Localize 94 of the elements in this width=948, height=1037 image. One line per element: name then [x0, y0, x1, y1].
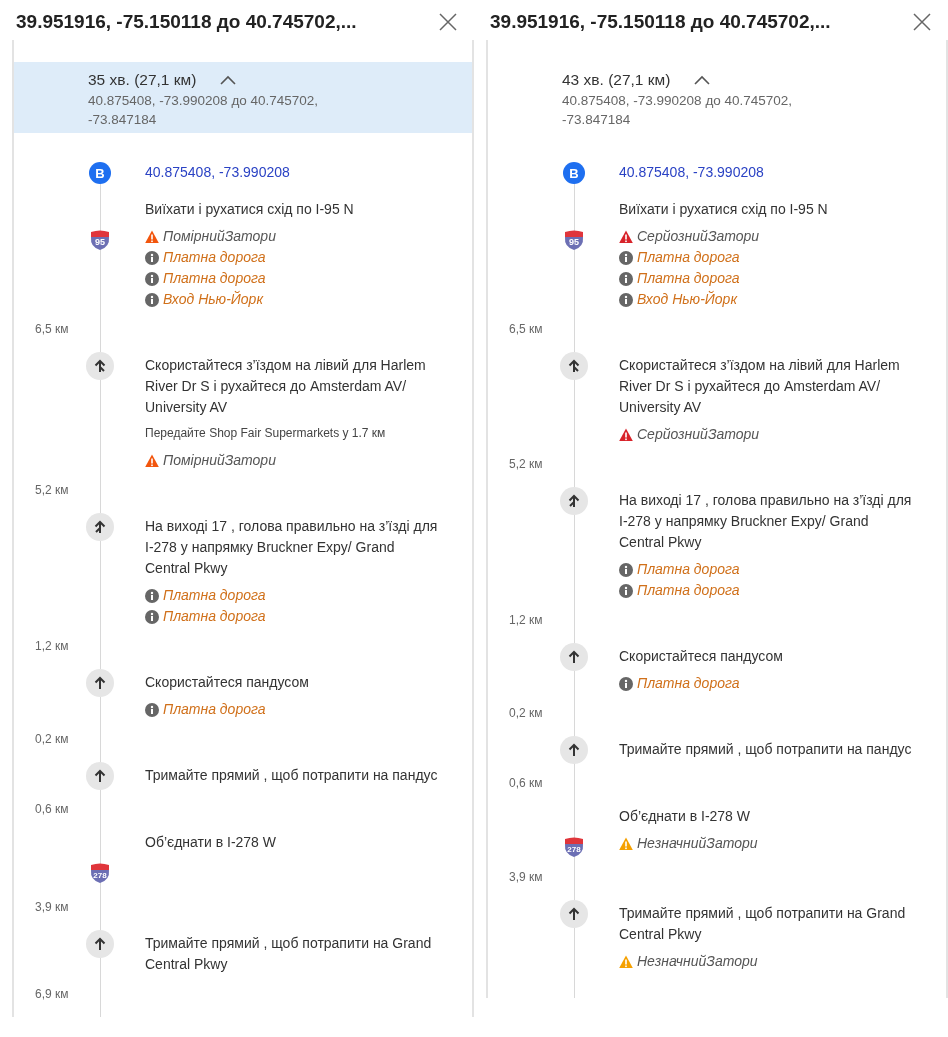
- step-distance: 3,9 км: [35, 899, 70, 917]
- traffic-label: НезначнийЗатори: [637, 834, 758, 854]
- info-icon: [145, 609, 159, 624]
- route-summary[interactable]: 35 хв. (27,1 км) 40.875408, -73.990208 до 40.745702, -73.847184: [14, 62, 472, 134]
- step-distance: 0,6 км: [509, 775, 544, 793]
- step-distance: 5,2 км: [509, 456, 544, 474]
- route-shield: 278: [563, 836, 585, 859]
- start-marker: B: [563, 162, 585, 185]
- warning-icon: [619, 229, 633, 244]
- step-instruction: Об’єднати в I-278 W: [619, 807, 751, 827]
- traffic-label: СерйознийЗатори: [637, 227, 760, 247]
- close-icon[interactable]: [438, 12, 458, 32]
- waypoint-link[interactable]: 40.875408, -73.990208: [619, 164, 764, 181]
- landmark-note: Передайте Shop Fair Supermarkets у 1.7 км: [145, 425, 387, 443]
- traffic-label: НезначнийЗатори: [637, 952, 758, 972]
- step-distance: 1,2 км: [35, 638, 70, 656]
- info-icon: [619, 583, 633, 598]
- step-instruction: Тримайте прямий , щоб потрапити на Grand Central Pkwy: [145, 934, 433, 975]
- warning-icon: [619, 427, 633, 442]
- step-distance: 6,9 км: [35, 986, 70, 1004]
- route-info: Платна дорога: [637, 674, 740, 694]
- panel-title: 39.951916, -75.150118 до 40.745702,...: [490, 9, 831, 34]
- route-info: Платна дорога: [637, 269, 740, 289]
- arrow-up-icon: [566, 906, 582, 923]
- route-endpoints: 40.875408, -73.990208 до 40.745702, -73.847184: [562, 92, 794, 130]
- info-icon: [145, 271, 159, 286]
- route-info: Вход Нью-Йорк: [637, 290, 737, 310]
- info-icon: [619, 562, 633, 577]
- info-icon: [619, 250, 633, 265]
- step-instruction: На виході 17 , голова правильно на з’їзді для I-278 у напрямку Bruckner Expy/ Grand Central Pkwy: [619, 491, 913, 553]
- fork-arrow-icon: [92, 519, 108, 536]
- route-shield: 95: [89, 229, 111, 252]
- fork-arrow-icon: [566, 358, 582, 375]
- arrow-up-icon: [92, 675, 108, 692]
- info-icon: [619, 676, 633, 691]
- warning-icon: [619, 836, 633, 851]
- close-icon[interactable]: [912, 12, 932, 32]
- chevron-up-icon: [220, 74, 237, 85]
- step-distance: 0,2 км: [35, 731, 70, 749]
- arrow-up-icon: [566, 649, 582, 666]
- info-icon: [145, 702, 159, 717]
- step-instruction: На виході 17 , голова правильно на з’їзді для I-278 у напрямку Bruckner Expy/ Grand Central Pkwy: [145, 517, 439, 579]
- step-instruction: Скористайтеся з’їздом на лівий для Harlem River Dr S і рухайтеся до Amsterdam AV/ University AV: [145, 356, 427, 418]
- arrow-up-icon: [92, 936, 108, 953]
- route-info: Вход Нью-Йорк: [163, 290, 263, 310]
- route-info: Платна дорога: [637, 581, 740, 601]
- step-instruction: Скористайтеся пандусом: [619, 647, 784, 667]
- step-instruction: Виїхати і рухатися схід по I-95 N: [145, 200, 355, 220]
- step-instruction: Тримайте прямий , щоб потрапити на Grand Central Pkwy: [619, 904, 907, 945]
- route-info: Платна дорога: [163, 586, 266, 606]
- route-endpoints: 40.875408, -73.990208 до 40.745702, -73.847184: [88, 92, 320, 130]
- traffic-label: ПомірнийЗатори: [163, 451, 276, 471]
- warning-icon: [145, 229, 159, 244]
- step-distance: 0,2 км: [509, 705, 544, 723]
- info-icon: [145, 588, 159, 603]
- step-instruction: Тримайте прямий , щоб потрапити на пандус: [619, 740, 913, 760]
- route-info: Платна дорога: [637, 248, 740, 268]
- step-instruction: Тримайте прямий , щоб потрапити на пандус: [145, 766, 439, 786]
- route-info: Платна дорога: [163, 607, 266, 627]
- route-duration: 43 хв. (27,1 км): [562, 70, 671, 90]
- panel-title: 39.951916, -75.150118 до 40.745702,...: [16, 9, 357, 34]
- step-distance: 5,2 км: [35, 482, 70, 500]
- info-icon: [619, 271, 633, 286]
- step-distance: 1,2 км: [509, 612, 544, 630]
- fork-arrow-icon: [566, 493, 582, 510]
- fork-arrow-icon: [92, 358, 108, 375]
- step-instruction: Об’єднати в I-278 W: [145, 833, 277, 853]
- start-marker: B: [89, 162, 111, 185]
- step-instruction: Виїхати і рухатися схід по I-95 N: [619, 200, 829, 220]
- route-info: Платна дорога: [163, 700, 266, 720]
- route-info: Платна дорога: [637, 560, 740, 580]
- route-shield: 278: [89, 862, 111, 885]
- warning-icon: [145, 453, 159, 468]
- info-icon: [145, 292, 159, 307]
- chevron-up-icon: [694, 74, 711, 85]
- waypoint-link[interactable]: 40.875408, -73.990208: [145, 164, 290, 181]
- route-duration: 35 хв. (27,1 км): [88, 70, 197, 90]
- step-instruction: Скористайтеся пандусом: [145, 673, 310, 693]
- step-distance: 3,9 км: [509, 869, 544, 887]
- warning-icon: [619, 954, 633, 969]
- info-icon: [145, 250, 159, 265]
- step-distance: 0,6 км: [35, 801, 70, 819]
- arrow-up-icon: [566, 742, 582, 759]
- traffic-label: ПомірнийЗатори: [163, 227, 276, 247]
- traffic-label: СерйознийЗатори: [637, 425, 760, 445]
- route-info: Платна дорога: [163, 248, 266, 268]
- route-shield: 95: [563, 229, 585, 252]
- step-distance: 6,5 км: [509, 321, 544, 339]
- step-instruction: Скористайтеся з’їздом на лівий для Harlem River Dr S і рухайтеся до Amsterdam AV/ University AV: [619, 356, 901, 418]
- arrow-up-icon: [92, 768, 108, 785]
- step-distance: 6,5 км: [35, 321, 70, 339]
- info-icon: [619, 292, 633, 307]
- route-info: Платна дорога: [163, 269, 266, 289]
- route-summary[interactable]: 43 хв. (27,1 км) 40.875408, -73.990208 до 40.745702, -73.847184: [488, 62, 946, 134]
